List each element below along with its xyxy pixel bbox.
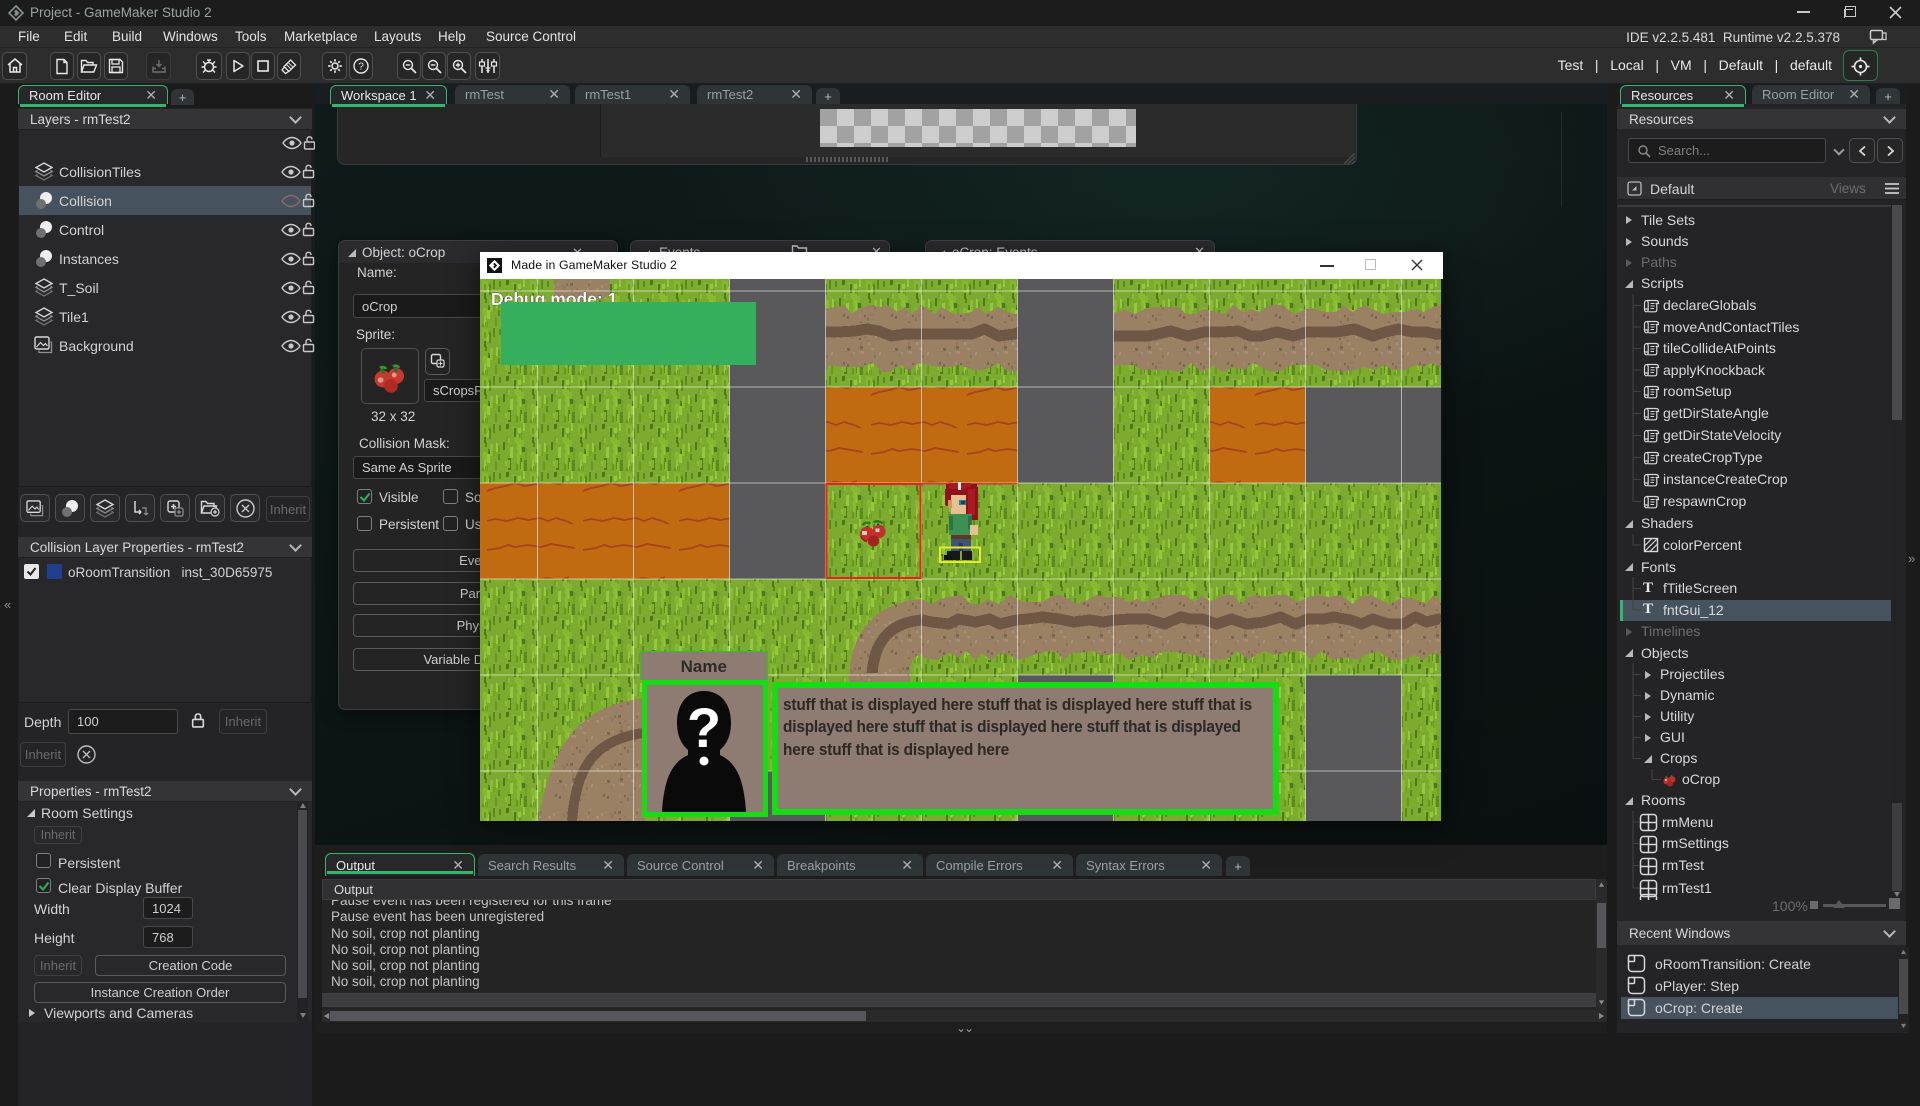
svg-text:?: ? [687, 696, 721, 759]
svg-text:?: ? [358, 62, 364, 73]
